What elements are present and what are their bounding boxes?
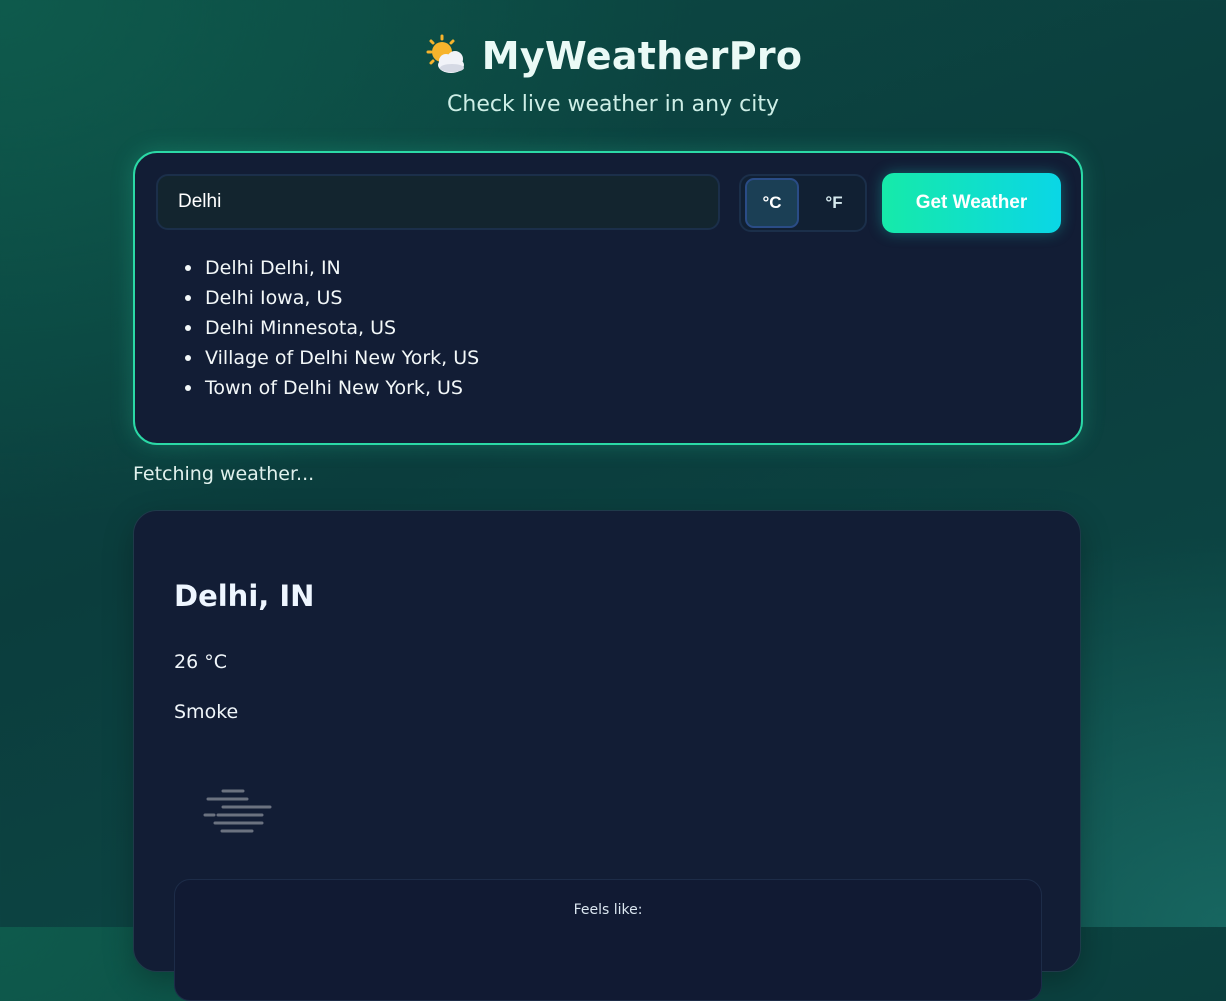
fahrenheit-button[interactable]: °F (807, 178, 861, 228)
feels-like-label: Feels like: (573, 902, 643, 918)
status-message: Fetching weather... (133, 463, 315, 485)
weather-city-name: Delhi, IN (174, 579, 315, 613)
weather-temperature: 26 °C (174, 651, 227, 673)
bullet-icon (185, 265, 191, 271)
smoke-icon (200, 783, 280, 843)
suggestion-item[interactable]: Village of Delhi New York, US (185, 343, 479, 373)
suggestion-item[interactable]: Town of Delhi New York, US (185, 373, 479, 403)
bullet-icon (185, 325, 191, 331)
suggestion-item[interactable]: Delhi Delhi, IN (185, 253, 479, 283)
app-title: MyWeatherPro (481, 34, 803, 78)
bullet-icon (185, 295, 191, 301)
city-suggestions-list: Delhi Delhi, IN Delhi Iowa, US Delhi Min… (185, 253, 479, 403)
city-search-input[interactable] (156, 174, 720, 230)
suggestion-item[interactable]: Delhi Iowa, US (185, 283, 479, 313)
suggestion-label: Town of Delhi New York, US (205, 377, 463, 399)
celsius-button[interactable]: °C (745, 178, 799, 228)
app-header: MyWeatherPro Check live weather in any c… (0, 34, 1226, 117)
unit-toggle: °C °F (739, 174, 867, 232)
search-card: °C °F Get Weather Delhi Delhi, IN Delhi … (133, 151, 1083, 445)
suggestion-label: Village of Delhi New York, US (205, 347, 480, 369)
get-weather-button[interactable]: Get Weather (882, 173, 1061, 233)
weather-card: Delhi, IN 26 °C Smoke Feels like: (133, 510, 1081, 1001)
suggestion-label: Delhi Minnesota, US (205, 317, 397, 339)
suggestion-label: Delhi Iowa, US (205, 287, 343, 309)
suggestion-label: Delhi Delhi, IN (205, 257, 341, 279)
title-row: MyWeatherPro (0, 34, 1226, 78)
app-subtitle: Check live weather in any city (447, 92, 779, 117)
weather-details-panel: Feels like: (174, 879, 1042, 1001)
suggestion-item[interactable]: Delhi Minnesota, US (185, 313, 479, 343)
bullet-icon (185, 385, 191, 391)
sun-behind-cloud-icon (424, 34, 468, 78)
weather-condition: Smoke (174, 701, 239, 723)
bullet-icon (185, 355, 191, 361)
